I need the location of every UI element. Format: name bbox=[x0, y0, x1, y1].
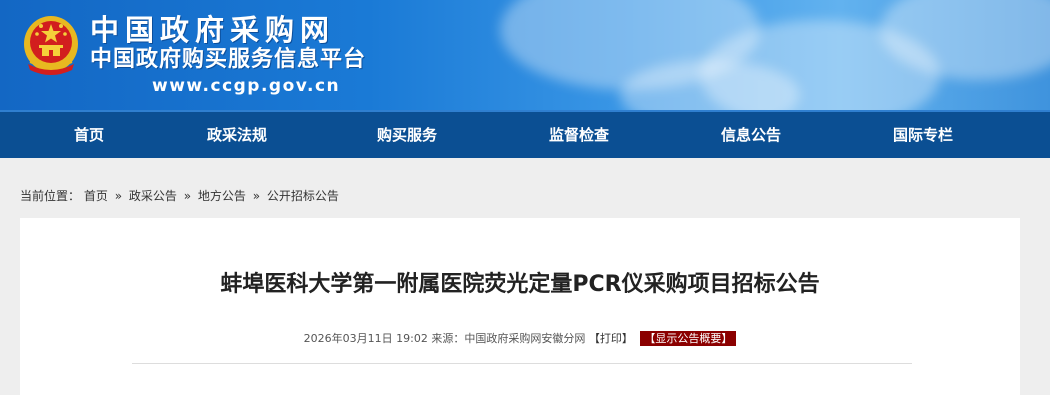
breadcrumb-separator: » bbox=[114, 189, 123, 203]
article-source: 中国政府采购网安徽分网 bbox=[464, 332, 586, 345]
print-link[interactable]: 【打印】 bbox=[589, 332, 633, 345]
breadcrumb-separator: » bbox=[252, 189, 261, 203]
nav-item-international[interactable]: 国际专栏 bbox=[862, 112, 984, 158]
nav-item-home[interactable]: 首页 bbox=[0, 112, 178, 158]
nav-item-announcements[interactable]: 信息公告 bbox=[640, 112, 862, 158]
breadcrumb-prefix: 当前位置： bbox=[20, 189, 81, 203]
article-panel: 蚌埠医科大学第一附属医院荧光定量PCR仪采购项目招标公告 2026年03月11日… bbox=[20, 218, 1020, 395]
main-nav: 首页 政采法规 购买服务 监督检查 信息公告 国际专栏 bbox=[0, 110, 1050, 158]
show-summary-button[interactable]: 【显示公告概要】 bbox=[640, 331, 737, 346]
article-source-label: 来源： bbox=[431, 332, 465, 345]
nav-item-regulations[interactable]: 政采法规 bbox=[178, 112, 296, 158]
national-emblem-icon bbox=[24, 16, 78, 75]
article-title: 蚌埠医科大学第一附属医院荧光定量PCR仪采购项目招标公告 bbox=[220, 272, 820, 297]
nav-item-supervision[interactable]: 监督检查 bbox=[518, 112, 640, 158]
breadcrumb-item-public-tender[interactable]: 公开招标公告 bbox=[267, 189, 339, 203]
breadcrumb-item-procurement-notices[interactable]: 政采公告 bbox=[129, 189, 177, 203]
site-url[interactable]: www.ccgp.gov.cn bbox=[152, 76, 340, 96]
breadcrumb-item-local-notices[interactable]: 地方公告 bbox=[198, 189, 246, 203]
article-datetime: 2026年03月11日 19:02 bbox=[303, 332, 428, 345]
site-banner: 中国政府采购网 中国政府购买服务信息平台 www.ccgp.gov.cn bbox=[0, 0, 1050, 110]
divider bbox=[132, 363, 912, 364]
site-subtitle: 中国政府购买服务信息平台 bbox=[90, 47, 367, 72]
breadcrumb-separator: » bbox=[183, 189, 192, 203]
breadcrumb: 当前位置： 首页 » 政采公告 » 地方公告 » 公开招标公告 bbox=[20, 188, 339, 204]
breadcrumb-item-home[interactable]: 首页 bbox=[84, 189, 108, 203]
article-meta: 2026年03月11日 19:02 来源：中国政府采购网安徽分网 【打印】 【显… bbox=[20, 331, 1020, 346]
site-title: 中国政府采购网 bbox=[90, 13, 336, 47]
nav-item-purchase-services[interactable]: 购买服务 bbox=[296, 112, 518, 158]
